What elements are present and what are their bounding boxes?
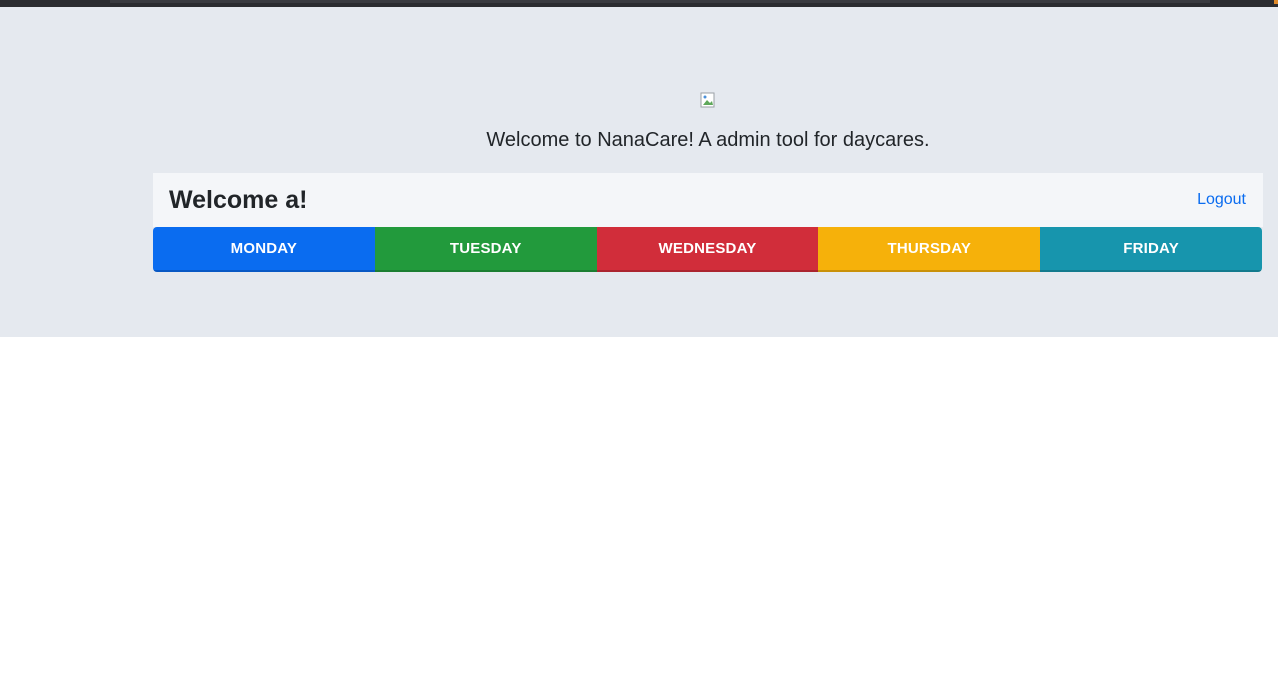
thursday-button[interactable]: THURSDAY — [818, 227, 1041, 272]
card-header: Welcome a! Logout — [153, 173, 1263, 227]
broken-image-icon — [700, 92, 715, 108]
friday-button[interactable]: FRIDAY — [1040, 227, 1262, 272]
logout-link[interactable]: Logout — [1197, 191, 1246, 209]
wednesday-button[interactable]: WEDNESDAY — [596, 227, 819, 272]
browser-top-bar — [0, 0, 1278, 7]
hero-section: Welcome to NanaCare! A admin tool for da… — [0, 7, 1278, 337]
browser-indicator-dot — [1274, 0, 1278, 4]
weekday-button-group: MONDAY TUESDAY WEDNESDAY THURSDAY FRIDAY — [153, 227, 1262, 272]
welcome-heading: Welcome a! — [169, 185, 308, 214]
browser-address-strip — [110, 0, 1210, 3]
tuesday-button[interactable]: TUESDAY — [374, 227, 597, 272]
dashboard-card: Welcome a! Logout MONDAY TUESDAY WEDNESD… — [153, 173, 1263, 272]
tagline: Welcome to NanaCare! A admin tool for da… — [486, 129, 930, 151]
monday-button[interactable]: MONDAY — [153, 227, 375, 272]
